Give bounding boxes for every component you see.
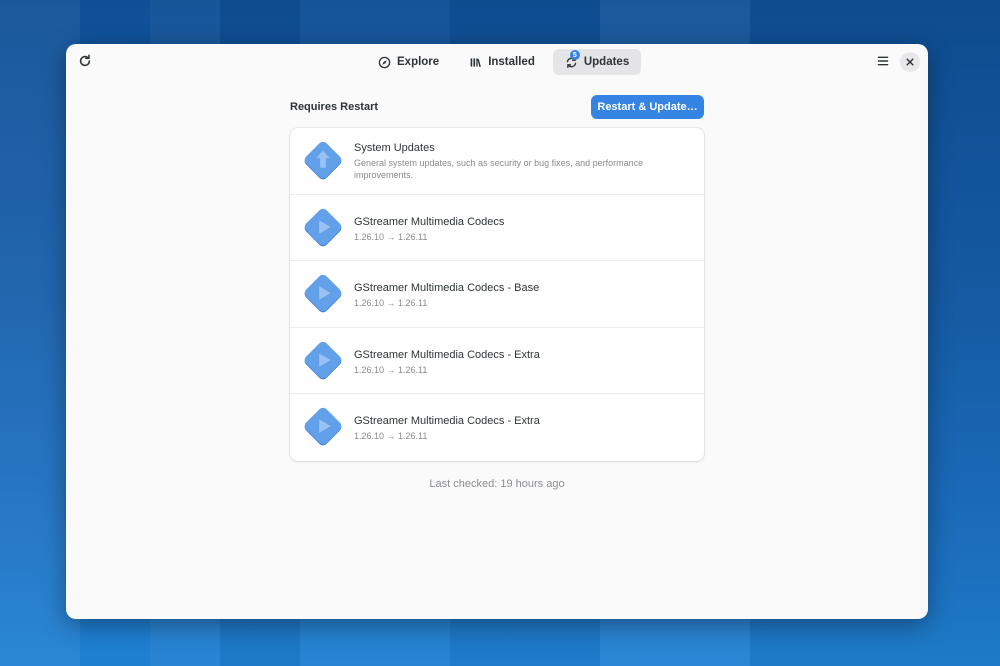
update-row-system-updates[interactable]: System Updates General system updates, s… [290, 128, 704, 195]
library-icon [470, 57, 482, 67]
codec-icon [304, 274, 342, 313]
tab-explore-label: Explore [397, 56, 440, 68]
update-name: GStreamer Multimedia Codecs [354, 215, 505, 228]
hamburger-menu-icon [877, 56, 889, 66]
codec-icon [304, 408, 342, 446]
tab-updates[interactable]: 5 Updates [552, 49, 642, 75]
update-row-gstreamer-codecs-base[interactable]: GStreamer Multimedia Codecs - Base 1.26.… [290, 261, 704, 328]
update-name: GStreamer Multimedia Codecs - Extra [354, 348, 540, 361]
restart-and-update-button[interactable]: Restart & Update… [591, 95, 704, 119]
main-menu-button[interactable] [870, 48, 896, 74]
tab-installed[interactable]: Installed [457, 49, 547, 75]
close-button[interactable] [900, 52, 920, 72]
refresh-button[interactable] [72, 48, 98, 74]
updates-count-badge: 5 [569, 50, 580, 60]
update-name: GStreamer Multimedia Codecs - Base [354, 282, 540, 295]
tab-explore[interactable]: Explore [366, 49, 451, 75]
update-row-gstreamer-codecs[interactable]: GStreamer Multimedia Codecs 1.26.10 → 1.… [290, 195, 704, 262]
tab-installed-label: Installed [488, 56, 535, 68]
system-update-icon [304, 141, 342, 180]
requires-restart-heading: Requires Restart [290, 101, 379, 113]
compass-icon [378, 56, 391, 68]
update-version-change: 1.26.10 → 1.26.11 [354, 364, 428, 375]
close-icon [906, 58, 914, 66]
update-row-gstreamer-codecs-extra-2[interactable]: GStreamer Multimedia Codecs - Extra 1.26… [290, 394, 704, 461]
tab-updates-label: Updates [583, 56, 630, 68]
update-version-change: 1.26.10 → 1.26.11 [354, 231, 428, 242]
update-name: System Updates [354, 142, 435, 154]
update-version-change: 1.26.10 → 1.26.11 [354, 298, 428, 309]
codec-icon [304, 341, 342, 380]
view-switcher: Explore Installed 5 Updates [366, 49, 642, 75]
codec-icon [304, 208, 342, 246]
update-version-change: 1.26.10 → 1.26.11 [354, 431, 428, 442]
refresh-icon [79, 54, 91, 67]
software-window: Explore Installed 5 Updates Requires Res… [66, 44, 928, 619]
last-checked-status: Last checked: 19 hours ago [429, 478, 565, 490]
update-row-gstreamer-codecs-extra[interactable]: GStreamer Multimedia Codecs - Extra 1.26… [290, 328, 704, 395]
update-description: General system updates, such as security… [354, 158, 644, 180]
update-name: GStreamer Multimedia Codecs - Extra [354, 415, 540, 428]
updates-list: System Updates General system updates, s… [290, 128, 704, 461]
